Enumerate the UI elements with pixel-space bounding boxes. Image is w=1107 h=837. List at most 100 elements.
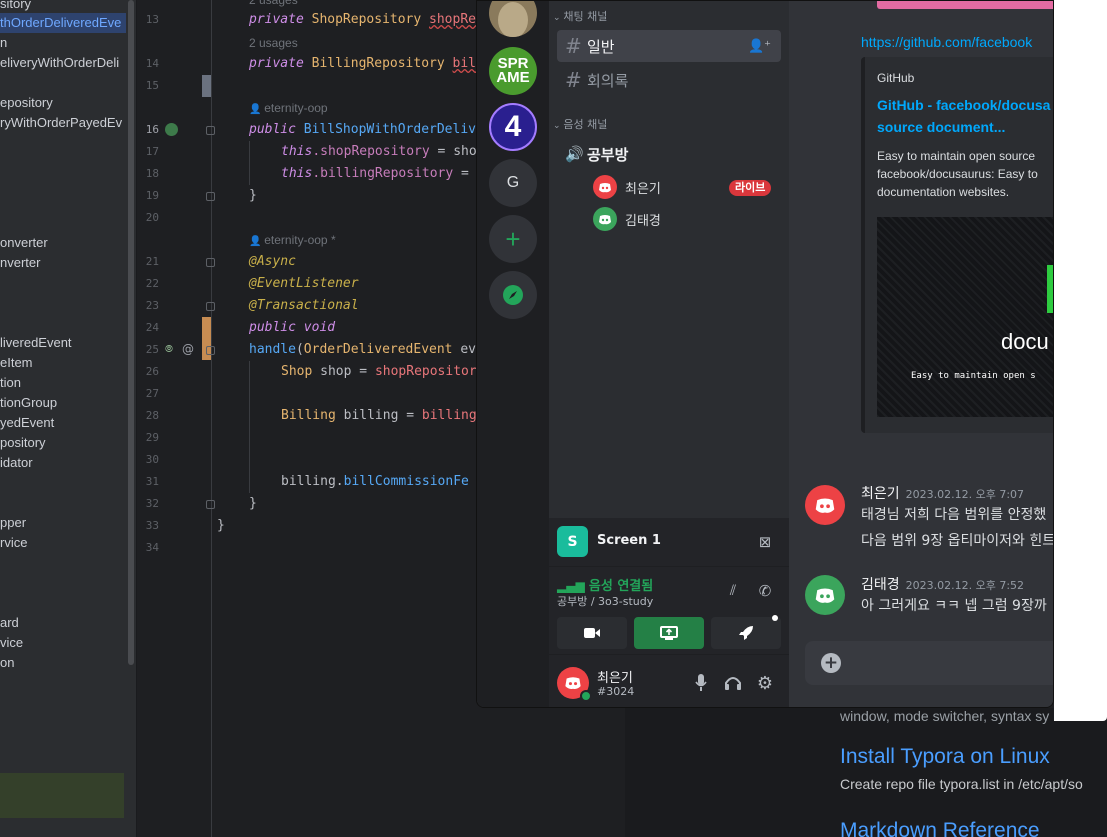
code-line-22[interactable]: @EventListener (249, 273, 359, 295)
fold-toggle-icon[interactable] (206, 346, 215, 355)
channel-general[interactable]: # 일반 👤⁺ (557, 30, 781, 62)
author-hint[interactable]: 👤 eternity-oop * (249, 230, 336, 250)
embed-title-line-1[interactable]: GitHub - facebook/docusa (877, 97, 1050, 113)
project-tree-item[interactable]: tion (0, 373, 21, 393)
voice-channel-path[interactable]: 공부방 / 3o3-study (557, 593, 653, 609)
code-line-26[interactable]: Shop shop = shopRepositor (281, 361, 477, 383)
activity-button[interactable] (711, 617, 781, 649)
project-scrollbar[interactable] (128, 0, 134, 665)
project-tree-item[interactable]: ard (0, 613, 19, 633)
deafen-button[interactable] (719, 669, 747, 697)
code-line-19[interactable]: } (249, 185, 257, 207)
embed-title-line-2[interactable]: source document... (877, 119, 1005, 135)
install-typora-link[interactable]: Install Typora on Linux (840, 745, 1050, 769)
line-number: 29 (145, 431, 159, 444)
code-line-24[interactable]: public void (249, 317, 335, 339)
server-four[interactable]: 4 (489, 103, 537, 151)
project-tree-item[interactable]: n (0, 33, 7, 53)
markdown-reference-link[interactable]: Markdown Reference (840, 819, 1040, 837)
project-tree-item[interactable]: on (0, 653, 14, 673)
fold-end-icon[interactable] (206, 500, 215, 509)
project-tree-item[interactable]: thOrderDeliveredEve (0, 13, 121, 33)
fold-toggle-icon[interactable] (206, 126, 215, 135)
project-tree-item[interactable]: eliveryWithOrderDeli (0, 53, 119, 73)
user-settings-gear-icon[interactable]: ⚙ (751, 669, 779, 697)
fold-toggle-icon[interactable] (206, 302, 215, 311)
project-tree-item[interactable]: idator (0, 453, 33, 473)
voice-user-1[interactable]: 최은기 (593, 173, 661, 201)
server-spring-game[interactable]: SPR AME (489, 47, 537, 95)
code-line-31[interactable]: billing.billCommissionFe (281, 471, 469, 493)
screen-share-bar[interactable]: S Screen 1 ⊠ (549, 518, 789, 566)
screen-share-button[interactable] (634, 617, 704, 649)
camera-button[interactable] (557, 617, 627, 649)
code-line-33[interactable]: } (217, 515, 225, 537)
user-avatar[interactable] (557, 667, 592, 702)
snippet-text: window, mode switcher, syntax sy (840, 708, 1050, 724)
compass-icon (503, 285, 523, 305)
noise-suppression-icon[interactable]: ⫽ (719, 577, 747, 605)
channel-label: 공부방 (587, 145, 629, 164)
line-number: 16 (145, 123, 159, 136)
category-text-channels[interactable]: ⌄ 채팅 채널 (553, 9, 607, 25)
code-line-28[interactable]: Billing billing = billing (281, 405, 477, 427)
server-g[interactable]: G (489, 159, 537, 207)
disconnect-call-icon[interactable]: ✆ (751, 577, 779, 605)
invite-member-icon[interactable]: 👤⁺ (748, 39, 771, 54)
github-link[interactable]: https://github.com/facebook (861, 34, 1032, 50)
project-tree-item[interactable]: rvice (0, 533, 27, 553)
fold-end-icon[interactable] (206, 192, 215, 201)
usages-hint[interactable]: 2 usages (249, 33, 298, 53)
channel-minutes[interactable]: # 회의록 (557, 64, 781, 96)
message-avatar[interactable] (805, 575, 845, 615)
project-tree-item[interactable]: onverter (0, 233, 48, 253)
embed-image-caption: Easy to maintain open s (911, 371, 1036, 381)
code-line-23[interactable]: @Transactional (249, 295, 359, 317)
stop-stream-icon[interactable]: ⊠ (751, 528, 779, 556)
code-line-18[interactable]: this.billingRepository = (281, 163, 469, 185)
voice-user-2[interactable]: 김태경 (593, 205, 661, 233)
fold-toggle-icon[interactable] (206, 258, 215, 267)
project-tree-item[interactable]: liveredEvent (0, 333, 72, 353)
explore-servers-button[interactable] (489, 271, 537, 319)
project-tree-item[interactable]: sitory (0, 0, 31, 14)
message-author[interactable]: 최은기 (861, 486, 900, 502)
line-number: 19 (145, 189, 159, 202)
project-tree-item[interactable]: epository (0, 93, 53, 113)
project-tree-item[interactable]: vice (0, 633, 23, 653)
discord-logo-icon (565, 677, 581, 690)
author-hint[interactable]: 👤 eternity-oop (249, 98, 328, 118)
project-tree-item[interactable]: tionGroup (0, 393, 57, 413)
changed-line-marker (202, 75, 211, 97)
message-composer[interactable]: + (805, 641, 1053, 685)
project-tree-item[interactable]: nverter (0, 253, 40, 273)
server-avatar-photo[interactable] (489, 1, 537, 37)
code-line-16[interactable]: public BillShopWithOrderDeliv (249, 119, 476, 141)
project-tree-item[interactable]: yedEvent (0, 413, 54, 433)
embed-image[interactable]: docu Easy to maintain open s (877, 217, 1053, 417)
line-number: 25 (145, 343, 159, 356)
code-line-14[interactable]: private BillingRepository bil (249, 53, 476, 75)
code-line-13[interactable]: private ShopRepository shopRe (249, 9, 476, 31)
project-tree-item[interactable]: pper (0, 513, 26, 533)
at-annotation-icon[interactable]: @ (182, 342, 194, 356)
event-listener-icon[interactable]: ⦾ (165, 344, 173, 355)
code-line-25[interactable]: handle(OrderDeliveredEvent ev (249, 339, 476, 361)
spring-bean-icon[interactable] (165, 123, 178, 136)
screen-thumbnail-icon: S (557, 526, 588, 557)
code-line-21[interactable]: @Async (249, 251, 296, 273)
code-line-17[interactable]: this.shopRepository = sho (281, 141, 477, 163)
project-tree-item[interactable]: ryWithOrderPayedEv (0, 113, 122, 133)
project-tree-item[interactable]: pository (0, 433, 46, 453)
message-author[interactable]: 김태경 (861, 577, 900, 593)
project-tree-item[interactable]: eItem (0, 353, 33, 373)
message-avatar[interactable] (805, 485, 845, 525)
category-voice-channels[interactable]: ⌄ 음성 채널 (553, 117, 607, 133)
live-badge[interactable]: 라이브 (729, 180, 772, 196)
voice-connected-status[interactable]: ▂▄▆ 음성 연결됨 (557, 575, 653, 594)
attach-plus-icon[interactable]: + (821, 653, 841, 673)
add-server-button[interactable]: + (489, 215, 537, 263)
code-line-32[interactable]: } (249, 493, 257, 515)
voice-channel-study[interactable]: 🔊 공부방 (557, 138, 781, 170)
mute-button[interactable] (687, 669, 715, 697)
